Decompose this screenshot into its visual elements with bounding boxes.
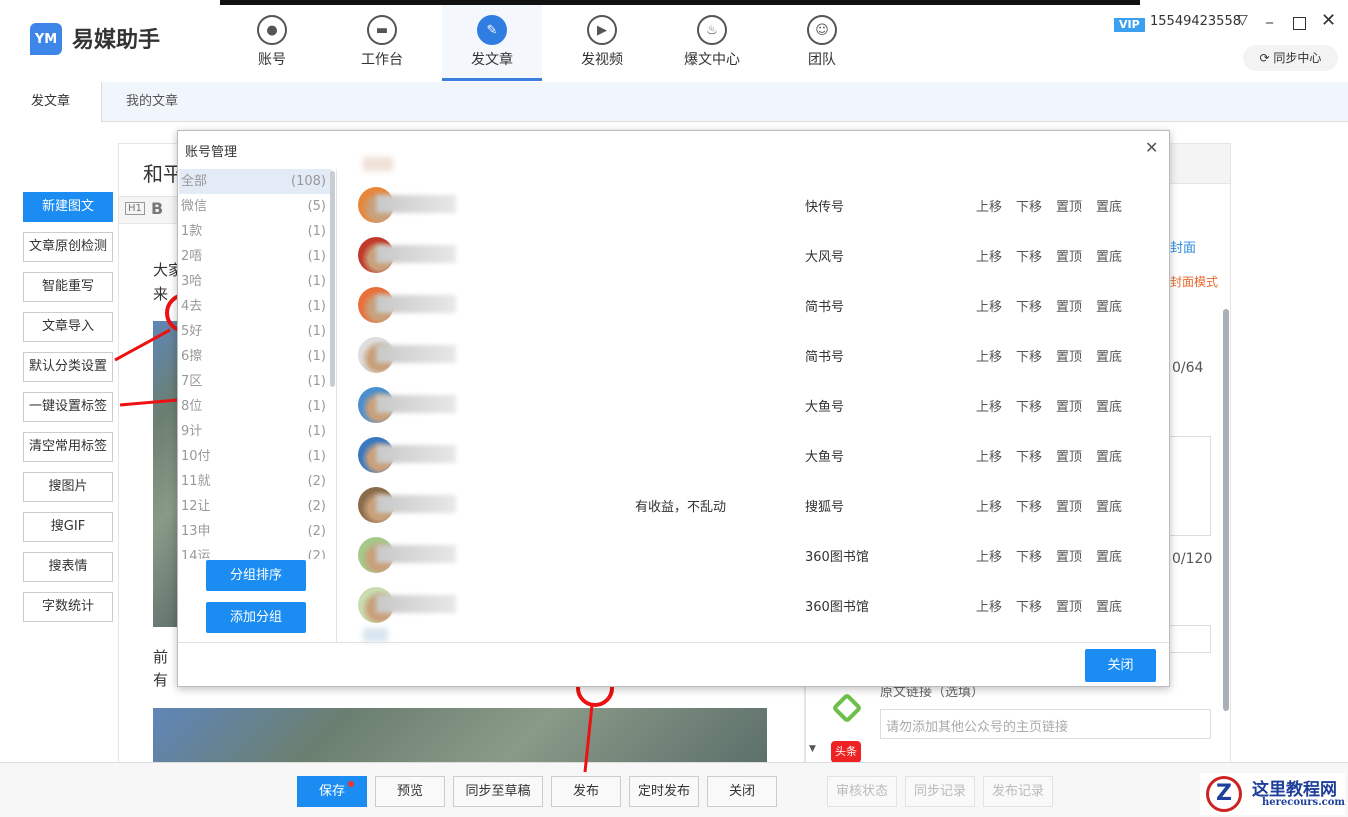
account-name-blurred: [376, 195, 456, 213]
move-up-link[interactable]: 上移: [976, 196, 1002, 215]
dialog-close-icon[interactable]: ✕: [1145, 138, 1158, 157]
watermark: Z 这里教程网 herecours.com: [1200, 773, 1345, 815]
account-row: 360图书馆 上移 下移 置顶 置底: [336, 530, 1166, 580]
group-item[interactable]: 5好 (1): [179, 319, 332, 344]
pin-top-link[interactable]: 置顶: [1056, 196, 1082, 215]
move-down-link[interactable]: 下移: [1016, 396, 1042, 415]
account-platform: 简书号: [805, 350, 845, 365]
account-row: 大鱼号 上移 下移 置顶 置底: [336, 430, 1166, 480]
group-item[interactable]: 8位 (1): [179, 394, 332, 419]
account-name-blurred: [376, 295, 456, 313]
move-down-link[interactable]: 下移: [1016, 246, 1042, 265]
pin-bottom-link[interactable]: 置底: [1096, 596, 1122, 615]
move-up-link[interactable]: 上移: [976, 446, 1002, 465]
account-name-blurred: [376, 445, 456, 463]
move-down-link[interactable]: 下移: [1016, 596, 1042, 615]
move-down-link[interactable]: 下移: [1016, 496, 1042, 515]
pin-top-link[interactable]: 置顶: [1056, 346, 1082, 365]
group-item[interactable]: 7区 (1): [179, 369, 332, 394]
account-row: 快传号 上移 下移 置顶 置底: [336, 180, 1166, 230]
pin-bottom-link[interactable]: 置底: [1096, 346, 1122, 365]
pin-bottom-link[interactable]: 置底: [1096, 496, 1122, 515]
group-item[interactable]: 1款 (1): [179, 219, 332, 244]
add-group-button[interactable]: 添加分组: [206, 602, 306, 633]
annotation-arrow: [583, 704, 594, 773]
annotation-arrow: [119, 398, 179, 407]
divider: [178, 642, 1169, 643]
account-name-blurred: [376, 245, 456, 263]
account-row: 大鱼号 上移 下移 置顶 置底: [336, 380, 1166, 430]
account-platform: 大鱼号: [805, 400, 845, 415]
group-item[interactable]: 2唔 (1): [179, 244, 332, 269]
group-item[interactable]: 全部 (108): [179, 169, 332, 194]
account-platform: 搜狐号: [805, 500, 845, 515]
move-up-link[interactable]: 上移: [976, 246, 1002, 265]
pin-bottom-link[interactable]: 置底: [1096, 296, 1122, 315]
group-item[interactable]: 9计 (1): [179, 419, 332, 444]
move-up-link[interactable]: 上移: [976, 596, 1002, 615]
account-platform: 快传号: [805, 200, 845, 215]
pin-bottom-link[interactable]: 置底: [1096, 546, 1122, 565]
group-item[interactable]: 11就 (2): [179, 469, 332, 494]
account-platform: 简书号: [805, 300, 845, 315]
account-platform: 大鱼号: [805, 450, 845, 465]
partial-avatar: [363, 157, 393, 171]
account-platform: 360图书馆: [805, 600, 869, 615]
move-down-link[interactable]: 下移: [1016, 196, 1042, 215]
account-name-blurred: [376, 345, 456, 363]
dialog-close-button[interactable]: 关闭: [1085, 649, 1156, 682]
group-list: 全部 (108) 微信 (5) 1款 (1) 2唔 (1) 3哈 (1) 4去 (1) 5好 (1) 6擦(…: [178, 169, 336, 559]
dialog-title: 账号管理: [185, 145, 238, 160]
account-name-blurred: [376, 495, 456, 513]
account-platform: 360图书馆: [805, 550, 869, 565]
group-item[interactable]: 10付 (1): [179, 444, 332, 469]
account-name-blurred: [376, 395, 456, 413]
pin-bottom-link[interactable]: 置底: [1096, 396, 1122, 415]
pin-top-link[interactable]: 置顶: [1056, 246, 1082, 265]
group-item[interactable]: 14运 (2): [179, 544, 332, 559]
account-row: 360图书馆 上移 下移 置顶 置底: [336, 580, 1166, 630]
move-down-link[interactable]: 下移: [1016, 446, 1042, 465]
account-row: 简书号 上移 下移 置顶 置底: [336, 330, 1166, 380]
move-up-link[interactable]: 上移: [976, 296, 1002, 315]
move-down-link[interactable]: 下移: [1016, 296, 1042, 315]
pin-top-link[interactable]: 置顶: [1056, 546, 1082, 565]
account-row: 简书号 上移 下移 置顶 置底: [336, 280, 1166, 330]
watermark-logo: Z: [1206, 776, 1242, 812]
sort-groups-button[interactable]: 分组排序: [206, 560, 306, 591]
group-list-scrollbar[interactable]: [330, 171, 335, 387]
group-item[interactable]: 微信 (5): [179, 194, 332, 219]
group-item[interactable]: 6擦 (1): [179, 344, 332, 369]
pin-top-link[interactable]: 置顶: [1056, 496, 1082, 515]
group-item[interactable]: 13申 (2): [179, 519, 332, 544]
move-down-link[interactable]: 下移: [1016, 546, 1042, 565]
move-up-link[interactable]: 上移: [976, 396, 1002, 415]
pin-top-link[interactable]: 置顶: [1056, 396, 1082, 415]
account-management-dialog: 账号管理 ✕ 全部 (108) 微信 (5) 1款 (1) 2唔 (1) 3哈 (1) 4去 (1) 5…: [177, 130, 1170, 687]
move-down-link[interactable]: 下移: [1016, 346, 1042, 365]
group-item[interactable]: 12让 (2): [179, 494, 332, 519]
account-row: 大风号 上移 下移 置顶 置底: [336, 230, 1166, 280]
group-item[interactable]: 3哈 (1): [179, 269, 332, 294]
move-up-link[interactable]: 上移: [976, 346, 1002, 365]
group-item[interactable]: 4去 (1): [179, 294, 332, 319]
account-name-blurred: [376, 595, 456, 613]
pin-top-link[interactable]: 置顶: [1056, 446, 1082, 465]
move-up-link[interactable]: 上移: [976, 546, 1002, 565]
account-note: 有收益，不乱动: [635, 500, 727, 515]
move-up-link[interactable]: 上移: [976, 496, 1002, 515]
account-row: 有收益，不乱动 搜狐号 上移 下移 置顶 置底: [336, 480, 1166, 530]
pin-top-link[interactable]: 置顶: [1056, 596, 1082, 615]
account-platform: 大风号: [805, 250, 845, 265]
account-name-blurred: [376, 545, 456, 563]
pin-bottom-link[interactable]: 置底: [1096, 446, 1122, 465]
pin-top-link[interactable]: 置顶: [1056, 296, 1082, 315]
annotation-arrow: [114, 328, 171, 362]
pin-bottom-link[interactable]: 置底: [1096, 246, 1122, 265]
partial-avatar: [363, 628, 388, 642]
pin-bottom-link[interactable]: 置底: [1096, 196, 1122, 215]
